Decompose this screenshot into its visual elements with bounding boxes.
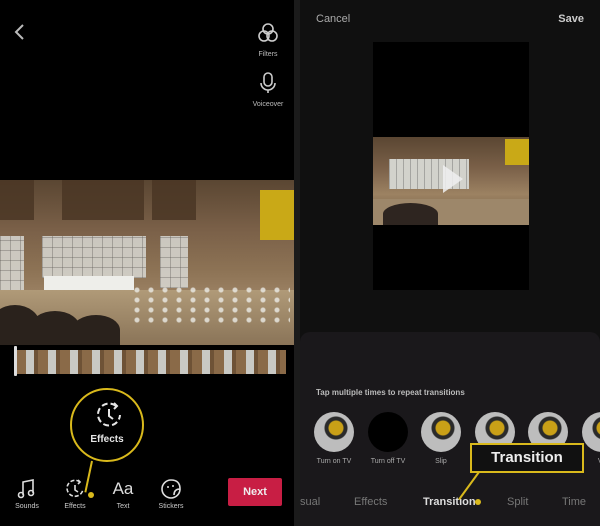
save-button[interactable]: Save — [558, 13, 584, 25]
crowd — [72, 315, 120, 345]
filters-label: Filters — [258, 51, 278, 58]
bottom-toolbar: Sounds Effects Aa Text Stickers — [0, 478, 230, 518]
tab-time[interactable]: Time — [562, 496, 586, 508]
voiceover-button[interactable]: Voiceover — [246, 72, 290, 108]
gym-banner — [152, 180, 196, 220]
effect-label: Slip — [435, 458, 447, 465]
effects-icon — [97, 402, 121, 427]
scoreboard — [62, 180, 144, 220]
yellow-banner — [505, 139, 529, 165]
text-label: Text — [116, 503, 130, 510]
text-icon: Aa — [112, 479, 134, 498]
category-tabs: sual Effects Transition Split Time — [300, 496, 600, 516]
cancel-button[interactable]: Cancel — [316, 13, 350, 25]
tab-visual[interactable]: sual — [300, 496, 320, 508]
stickers-button[interactable]: Stickers — [148, 478, 194, 510]
music-note-icon — [17, 479, 35, 499]
video-preview[interactable] — [0, 180, 294, 345]
callout-pointer-dot — [475, 499, 481, 505]
video-preview-frame — [373, 42, 529, 290]
play-icon[interactable] — [443, 165, 463, 193]
left-screen: Filters Voiceover Effects Sounds Effects… — [0, 0, 294, 526]
timeline-strip[interactable] — [16, 350, 286, 374]
text-button[interactable]: Aa Text — [100, 478, 146, 510]
effects-icon — [66, 479, 84, 498]
effects-button[interactable]: Effects — [52, 478, 98, 510]
effect-thumbnail — [582, 412, 600, 452]
timeline-playhead[interactable] — [14, 346, 17, 376]
gym-banner — [0, 180, 34, 220]
sounds-label: Sounds — [15, 503, 39, 510]
effect-thumbnail — [368, 412, 408, 452]
chairs — [130, 285, 290, 325]
tab-transition[interactable]: Transition — [423, 496, 476, 508]
next-button[interactable]: Next — [228, 478, 282, 506]
effects-label: Effects — [64, 503, 86, 510]
effect-thumbnail — [421, 412, 461, 452]
sticker-icon — [161, 479, 181, 499]
effects-callout-label: Effects — [90, 434, 124, 445]
effect-item[interactable]: Turn off TV — [361, 412, 415, 465]
chevron-left-icon — [14, 24, 24, 40]
video-preview[interactable] — [373, 137, 529, 225]
effect-thumbnail — [314, 412, 354, 452]
yellow-banner — [260, 190, 294, 240]
sounds-button[interactable]: Sounds — [4, 478, 50, 510]
voiceover-label: Voiceover — [252, 101, 284, 108]
transition-callout: Transition — [470, 443, 584, 473]
filters-icon — [258, 23, 278, 42]
effect-item[interactable]: Turn on TV — [307, 412, 361, 465]
effect-label: Turn on TV — [316, 458, 352, 465]
gym-window — [160, 236, 188, 288]
hint-text: Tap multiple times to repeat transitions — [316, 388, 465, 397]
effects-callout: Effects — [70, 388, 144, 462]
effect-item[interactable]: Slip — [414, 412, 468, 465]
tab-effects[interactable]: Effects — [354, 496, 387, 508]
microphone-icon — [260, 72, 276, 93]
effect-label: Turn off TV — [370, 458, 406, 465]
stickers-label: Stickers — [158, 503, 184, 510]
tab-split[interactable]: Split — [507, 496, 528, 508]
gym-window — [42, 236, 146, 278]
crowd — [383, 203, 438, 225]
back-button[interactable] — [12, 22, 28, 42]
filters-button[interactable]: Filters — [246, 22, 290, 58]
